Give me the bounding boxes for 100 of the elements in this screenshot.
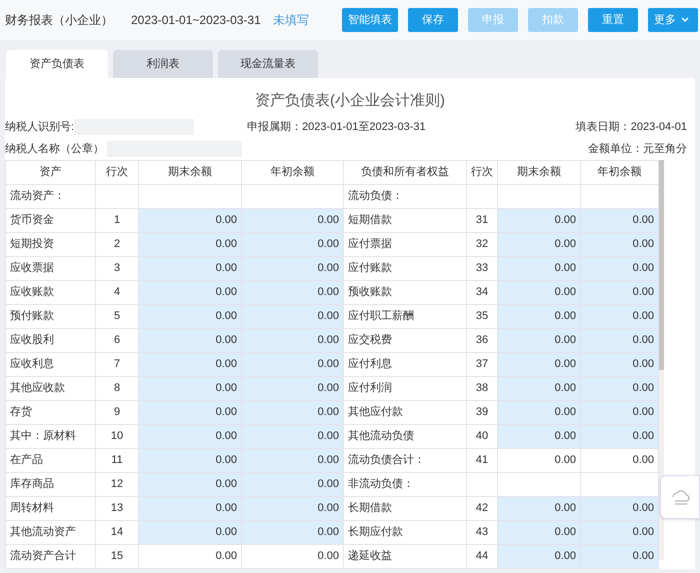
table-cell[interactable]: 0.00: [242, 328, 344, 352]
table-cell: 36: [466, 328, 498, 352]
table-cell[interactable]: 0.00: [242, 232, 344, 256]
taxpayer-id-label: 纳税人识别号:: [5, 120, 74, 135]
table-cell[interactable]: 0.00: [242, 208, 344, 232]
table-cell[interactable]: 0.00: [242, 280, 344, 304]
table-cell[interactable]: 0.00: [580, 424, 658, 448]
floating-tool-button[interactable]: [660, 475, 700, 519]
table-cell: [466, 472, 498, 496]
tab[interactable]: 利润表: [113, 50, 213, 78]
table-cell[interactable]: 0.00: [498, 256, 580, 280]
table-cell[interactable]: 0.00: [498, 280, 580, 304]
tab[interactable]: 资产负债表: [6, 50, 108, 78]
table-cell: 43: [466, 520, 498, 544]
table-cell[interactable]: 0.00: [242, 424, 344, 448]
table-cell[interactable]: 0.00: [138, 352, 242, 376]
table-cell[interactable]: 0.00: [580, 328, 658, 352]
table-cell[interactable]: 0.00: [580, 520, 658, 544]
table-cell[interactable]: 0.00: [138, 496, 242, 520]
table-cell[interactable]: 0.00: [580, 400, 658, 424]
table-cell: 6: [96, 328, 138, 352]
table-cell: 应收账款: [6, 280, 96, 304]
table-cell[interactable]: 0.00: [242, 520, 344, 544]
table-cell: 应付利息: [344, 352, 466, 376]
table-cell[interactable]: 0.00: [138, 472, 242, 496]
table-cell: 7: [96, 352, 138, 376]
tab[interactable]: 现金流量表: [218, 50, 318, 78]
table-cell: 42: [466, 496, 498, 520]
table-cell: 短期借款: [344, 208, 466, 232]
table-cell[interactable]: 0.00: [242, 472, 344, 496]
table-cell: 在产品: [6, 448, 96, 472]
table-cell[interactable]: 0.00: [138, 208, 242, 232]
period-label: 申报属期：2023-01-01至2023-03-31: [247, 120, 426, 135]
table-cell[interactable]: 0.00: [242, 496, 344, 520]
table-cell[interactable]: 0.00: [580, 376, 658, 400]
table-cell[interactable]: 0.00: [498, 352, 580, 376]
table-cell: 39: [466, 400, 498, 424]
table-cell[interactable]: 0.00: [242, 376, 344, 400]
table-cell[interactable]: 0.00: [580, 208, 658, 232]
table-cell[interactable]: 0.00: [138, 304, 242, 328]
table-cell: 流动资产：: [6, 184, 96, 208]
table-cell[interactable]: 0.00: [138, 400, 242, 424]
table-cell: 40: [466, 424, 498, 448]
table-cell: 递延收益: [344, 544, 466, 568]
table-cell: 38: [466, 376, 498, 400]
table-cell[interactable]: 0.00: [138, 280, 242, 304]
unit-label: 金额单位：元至角分: [588, 142, 687, 157]
table-cell[interactable]: 0.00: [242, 448, 344, 472]
table-cell: 0.00: [242, 544, 344, 568]
table-cell[interactable]: 0.00: [498, 328, 580, 352]
table-cell: [466, 184, 498, 208]
table-cell[interactable]: 0.00: [498, 520, 580, 544]
table-cell[interactable]: 0.00: [498, 400, 580, 424]
table-cell[interactable]: 0.00: [242, 256, 344, 280]
table-cell[interactable]: 0.00: [138, 376, 242, 400]
table-cell: 非流动负债：: [344, 472, 466, 496]
table-cell[interactable]: 0.00: [580, 544, 658, 568]
table-cell: 应收利息: [6, 352, 96, 376]
table-cell[interactable]: 0.00: [580, 352, 658, 376]
table-cell: 应收票据: [6, 256, 96, 280]
table-cell[interactable]: 0.00: [580, 304, 658, 328]
table-cell[interactable]: 0.00: [498, 232, 580, 256]
table-cell: 其他流动负债: [344, 424, 466, 448]
table-cell: 存货: [6, 400, 96, 424]
table-cell: 3: [96, 256, 138, 280]
scrollbar[interactable]: [659, 160, 664, 560]
table-cell: 1: [96, 208, 138, 232]
table-cell: [96, 184, 138, 208]
taxpayer-name-label: 纳税人名称（公章）: [5, 142, 104, 157]
table-cell: 0.00: [138, 544, 242, 568]
table-cell[interactable]: 0.00: [498, 304, 580, 328]
table-cell[interactable]: 0.00: [138, 448, 242, 472]
table-cell[interactable]: 0.00: [498, 544, 580, 568]
table-cell[interactable]: 0.00: [242, 352, 344, 376]
table-cell[interactable]: 0.00: [138, 328, 242, 352]
table-cell[interactable]: 0.00: [580, 280, 658, 304]
table-cell[interactable]: 0.00: [580, 232, 658, 256]
table-cell: 41: [466, 448, 498, 472]
fill-date-label: 填表日期：2023-04-01: [576, 120, 687, 135]
table-cell[interactable]: 0.00: [498, 208, 580, 232]
table-cell[interactable]: 0.00: [580, 256, 658, 280]
table-cell: 周转材料: [6, 496, 96, 520]
table-cell: 33: [466, 256, 498, 280]
table-cell[interactable]: 0.00: [138, 256, 242, 280]
table-cell: 10: [96, 424, 138, 448]
table-cell[interactable]: 0.00: [138, 520, 242, 544]
table-cell: 预收账款: [344, 280, 466, 304]
table-cell[interactable]: 0.00: [498, 376, 580, 400]
table-cell[interactable]: 0.00: [498, 424, 580, 448]
table-cell[interactable]: 0.00: [498, 496, 580, 520]
table-cell[interactable]: 0.00: [138, 424, 242, 448]
table-cell: 应付账款: [344, 256, 466, 280]
table-cell[interactable]: 0.00: [242, 304, 344, 328]
table-cell: 流动资产合计: [6, 544, 96, 568]
table-cell[interactable]: 0.00: [242, 400, 344, 424]
table-cell: 其他应收款: [6, 376, 96, 400]
table-cell[interactable]: 0.00: [580, 496, 658, 520]
table-cell: 应收股利: [6, 328, 96, 352]
table-cell: 流动负债合计：: [344, 448, 466, 472]
table-cell[interactable]: 0.00: [138, 232, 242, 256]
